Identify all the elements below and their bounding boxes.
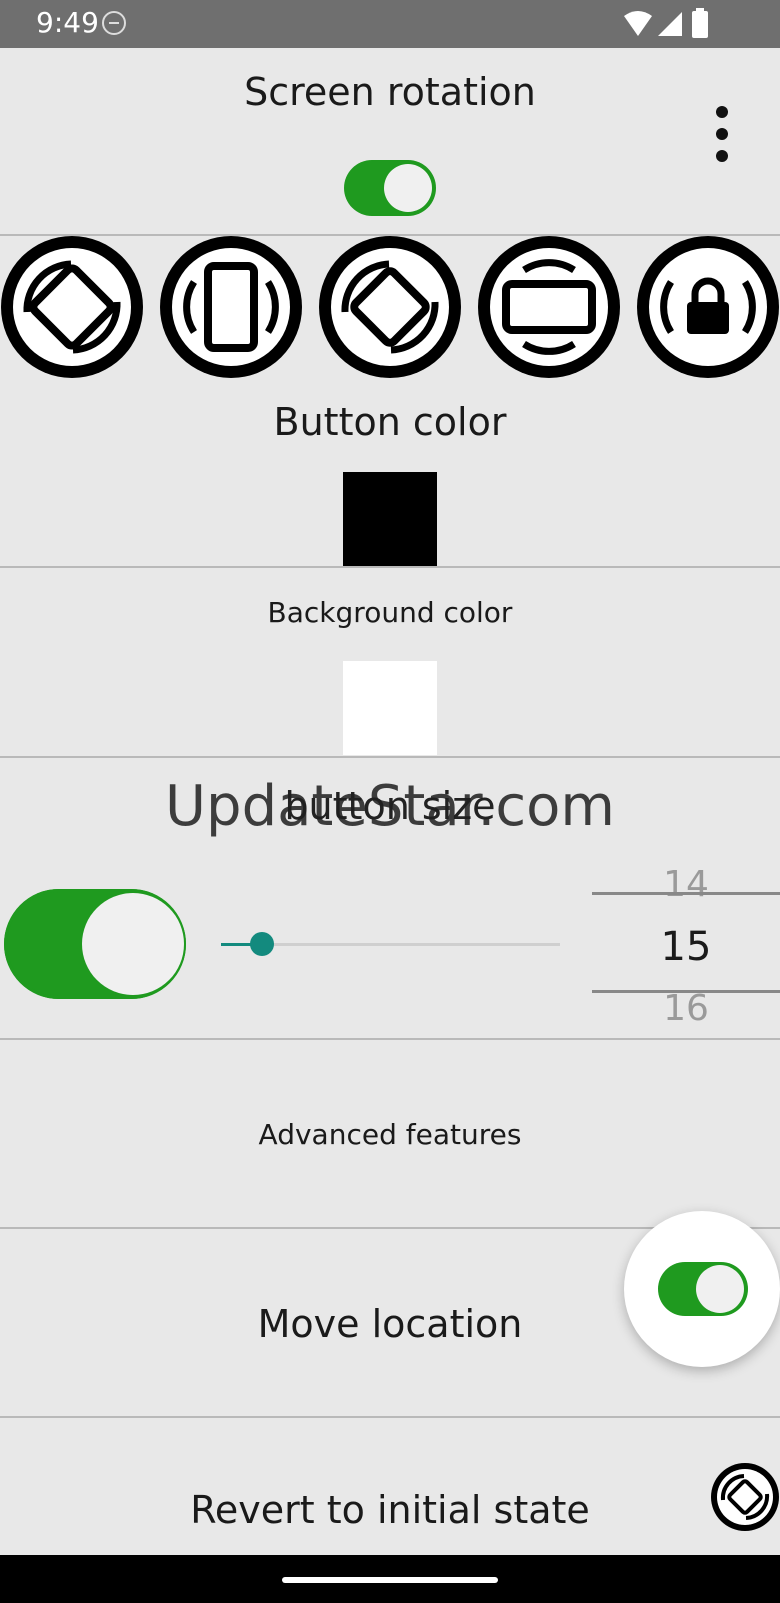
auto-rotate-button[interactable] <box>1 236 143 378</box>
picker-current-value: 15 <box>660 924 712 970</box>
landscape-icon <box>502 259 596 355</box>
status-bar: 9:49 <box>0 0 780 48</box>
toggle-knob <box>82 893 184 995</box>
button-color-swatch[interactable] <box>343 472 437 566</box>
cellular-signal-icon <box>658 12 682 36</box>
landscape-tilt-button[interactable] <box>319 236 461 378</box>
landscape-button[interactable] <box>478 236 620 378</box>
overflow-menu-icon[interactable] <box>712 104 732 164</box>
button-color-title: Button color <box>273 400 507 444</box>
background-color-swatch[interactable] <box>343 661 437 755</box>
picker-divider <box>592 892 780 895</box>
divider <box>0 566 780 568</box>
battery-icon <box>692 8 708 38</box>
home-gesture-handle[interactable] <box>282 1577 498 1583</box>
picker-previous-value[interactable]: 14 <box>592 864 780 905</box>
move-location-floating-button[interactable] <box>624 1211 780 1367</box>
button-size-toggle[interactable] <box>4 889 186 999</box>
move-location-toggle[interactable] <box>658 1262 748 1316</box>
screen-rotation-toggle[interactable] <box>344 160 436 216</box>
divider <box>0 756 780 758</box>
revert-button[interactable]: Revert to initial state <box>0 1488 780 1532</box>
button-size-number-picker[interactable]: 14 15 16 <box>592 856 780 1029</box>
portrait-button[interactable] <box>160 236 302 378</box>
status-time: 9:49 <box>36 6 99 39</box>
button-size-slider-thumb[interactable] <box>250 932 274 956</box>
divider <box>0 1038 780 1040</box>
landscape-tilt-icon <box>717 1469 773 1525</box>
do-not-disturb-icon <box>102 11 126 35</box>
wifi-icon <box>624 11 652 36</box>
rotation-lock-button[interactable] <box>637 236 779 378</box>
divider <box>0 1416 780 1418</box>
navigation-bar <box>0 1555 780 1603</box>
advanced-features-button[interactable]: Advanced features <box>0 1118 780 1151</box>
toggle-knob <box>384 164 432 212</box>
portrait-icon <box>183 262 279 352</box>
screen-rotation-title: Screen rotation <box>244 70 536 114</box>
toggle-knob <box>696 1265 744 1313</box>
watermark: UpdateStar.com <box>165 774 615 839</box>
rotation-lock-icon <box>660 277 756 334</box>
floating-rotation-button[interactable] <box>711 1463 779 1531</box>
background-color-title: Background color <box>267 596 513 629</box>
auto-rotate-icon <box>23 260 121 354</box>
landscape-tilt-icon <box>341 260 439 354</box>
picker-next-value[interactable]: 16 <box>592 988 780 1029</box>
